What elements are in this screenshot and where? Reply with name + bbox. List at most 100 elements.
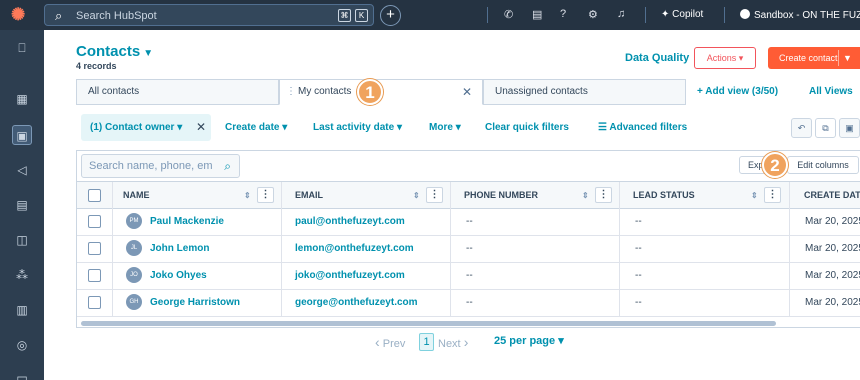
edit-columns-button[interactable]: Edit columns	[787, 156, 859, 174]
contacts-icon[interactable]: ▣	[12, 125, 32, 145]
column-header-phone[interactable]: PHONE NUMBER ⇕ ⋮	[451, 182, 620, 209]
content-icon[interactable]: ▤	[12, 195, 32, 215]
email-link[interactable]: lemon@onthefuzeyt.com	[295, 243, 414, 254]
prev-page-button[interactable]: ‹ Prev	[375, 334, 405, 350]
create-date-filter[interactable]: Create date ▾	[225, 122, 287, 133]
chevron-down-icon: ▾	[396, 122, 402, 133]
column-menu-icon[interactable]: ⋮	[595, 187, 612, 203]
avatar: PM	[126, 213, 142, 230]
add-view-button[interactable]: + Add view (3/50)	[697, 86, 778, 97]
data-icon[interactable]: ◎	[12, 335, 32, 355]
page-title-text: Contacts	[76, 43, 141, 60]
hubspot-logo-icon[interactable]: ✺	[11, 6, 31, 24]
avatar: JL	[126, 240, 142, 257]
library-icon[interactable]: ▭	[12, 368, 32, 380]
horizontal-scrollbar[interactable]	[81, 321, 776, 326]
email-link[interactable]: paul@onthefuzeyt.com	[295, 216, 405, 227]
chevron-down-icon[interactable]: ▼	[843, 47, 852, 69]
create-date-cell: Mar 20, 2025	[805, 297, 860, 308]
row-checkbox[interactable]	[88, 269, 101, 282]
table-row[interactable]: JL John Lemon lemon@onthefuzeyt.com -- --…	[77, 236, 860, 263]
record-count: 4 records	[76, 61, 117, 71]
row-checkbox[interactable]	[88, 296, 101, 309]
save-view-icon[interactable]: ▣	[839, 118, 860, 138]
column-header-create-date[interactable]: CREATE DATE	[790, 182, 860, 209]
row-checkbox[interactable]	[88, 215, 101, 228]
sort-icon[interactable]: ⇕	[751, 182, 758, 209]
close-icon[interactable]: ✕	[196, 114, 206, 141]
column-header-lead-status[interactable]: LEAD STATUS ⇕ ⋮	[620, 182, 790, 209]
table-row[interactable]: GH George Harristown george@onthefuzeyt.c…	[77, 290, 860, 317]
automation-icon[interactable]: ⁂	[12, 265, 32, 285]
next-page-button[interactable]: Next ›	[438, 334, 468, 350]
table-row[interactable]: JO Joko Ohyes joko@onthefuzeyt.com -- -- …	[77, 263, 860, 290]
create-contact-label: Create contact	[779, 53, 838, 63]
column-menu-icon[interactable]: ⋮	[257, 187, 274, 203]
reports-icon[interactable]: ▥	[12, 300, 32, 320]
create-new-button[interactable]: +	[380, 5, 401, 26]
close-icon[interactable]: ✕	[462, 80, 472, 104]
commerce-icon[interactable]: ◫	[12, 230, 32, 250]
copilot-button[interactable]: ✦ Copilot	[661, 9, 703, 20]
all-views-link[interactable]: All Views	[809, 86, 853, 97]
contact-name-link[interactable]: Joko Ohyes	[150, 270, 207, 281]
sort-icon[interactable]: ⇕	[582, 182, 589, 209]
create-contact-button[interactable]: Create contact ▼	[768, 47, 860, 69]
clear-quick-filters-link[interactable]: Clear quick filters	[485, 122, 569, 133]
column-menu-icon[interactable]: ⋮	[426, 187, 443, 203]
filter-lines-icon: ☰	[598, 122, 607, 133]
tab-label: All contacts	[88, 86, 140, 97]
row-select-cell	[77, 209, 113, 235]
step-callout-1: 1	[357, 79, 383, 105]
per-page-dropdown[interactable]: 25 per page ▾	[494, 334, 564, 347]
more-filters-dropdown[interactable]: More ▾	[429, 122, 461, 133]
data-quality-link[interactable]: Data Quality	[625, 52, 689, 64]
sparkle-icon: ✦	[661, 9, 670, 20]
page-title[interactable]: Contacts ▼	[76, 43, 153, 60]
tab-unassigned-contacts[interactable]: Unassigned contacts	[483, 79, 686, 105]
contacts-table-panel: Search name, phone, em ⌕ Export Edit col…	[76, 150, 860, 328]
table-row[interactable]: PM Paul Mackenzie paul@onthefuzeyt.com --…	[77, 209, 860, 236]
contact-name-link[interactable]: George Harristown	[150, 297, 240, 308]
table-search-input[interactable]: Search name, phone, em ⌕	[81, 154, 240, 178]
lead-status-cell: --	[620, 290, 790, 316]
bookmark-icon[interactable]: ⎕	[12, 38, 32, 58]
dashboard-icon[interactable]: ▦	[12, 89, 32, 109]
email-link[interactable]: joko@onthefuzeyt.com	[295, 270, 405, 281]
sort-icon[interactable]: ⇕	[413, 182, 420, 209]
phone-icon[interactable]: ✆	[504, 8, 513, 21]
top-nav-bar: ✺ ⌕ Search HubSpot ⌘ K + ✆ ▤ ? ⚙ ♫ ✦ Cop…	[0, 0, 860, 30]
column-header-email[interactable]: EMAIL ⇕ ⋮	[282, 182, 451, 209]
column-header-name[interactable]: NAME ⇕ ⋮	[113, 182, 282, 209]
global-search-bar[interactable]: ⌕ Search HubSpot ⌘ K	[44, 4, 374, 26]
tab-all-contacts[interactable]: All contacts	[76, 79, 279, 105]
page-number-button[interactable]: 1	[419, 333, 434, 351]
select-all-checkbox[interactable]	[88, 189, 101, 202]
create-date-cell: Mar 20, 2025	[805, 216, 860, 227]
email-link[interactable]: george@onthefuzeyt.com	[295, 297, 418, 308]
column-menu-icon[interactable]: ⋮	[764, 187, 781, 203]
advanced-filters-button[interactable]: ☰ Advanced filters	[598, 122, 687, 133]
save-as-copy-icon[interactable]: ⧉	[815, 118, 836, 138]
settings-gear-icon[interactable]: ⚙	[588, 8, 598, 21]
actions-dropdown-button[interactable]: Actions ▾	[694, 47, 756, 69]
row-select-cell	[77, 236, 113, 262]
sort-icon[interactable]: ⇕	[244, 182, 251, 209]
reset-view-icon[interactable]: ↶	[791, 118, 812, 138]
marketing-icon[interactable]: ◁	[12, 160, 32, 180]
help-icon[interactable]: ?	[560, 8, 566, 20]
notifications-bell-icon[interactable]: ♫	[617, 8, 625, 20]
contact-name-link[interactable]: Paul Mackenzie	[150, 216, 224, 227]
marketplace-icon[interactable]: ▤	[532, 8, 542, 21]
last-activity-date-filter[interactable]: Last activity date ▾	[313, 122, 402, 133]
contact-name-link[interactable]: John Lemon	[150, 243, 209, 254]
command-key-icon: ⌘	[338, 9, 351, 22]
contact-owner-filter-chip[interactable]: (1) Contact owner ▾ ✕	[81, 114, 211, 141]
drag-handle-icon[interactable]: ⋮	[286, 86, 296, 97]
column-label: CREATE DATE	[804, 190, 860, 200]
account-avatar-icon	[740, 9, 750, 19]
filter-bar: (1) Contact owner ▾ ✕ Create date ▾ Last…	[76, 113, 860, 141]
account-menu[interactable]: Sandbox - ON THE FUZE	[740, 9, 860, 21]
copilot-label: Copilot	[672, 9, 704, 20]
row-checkbox[interactable]	[88, 242, 101, 255]
